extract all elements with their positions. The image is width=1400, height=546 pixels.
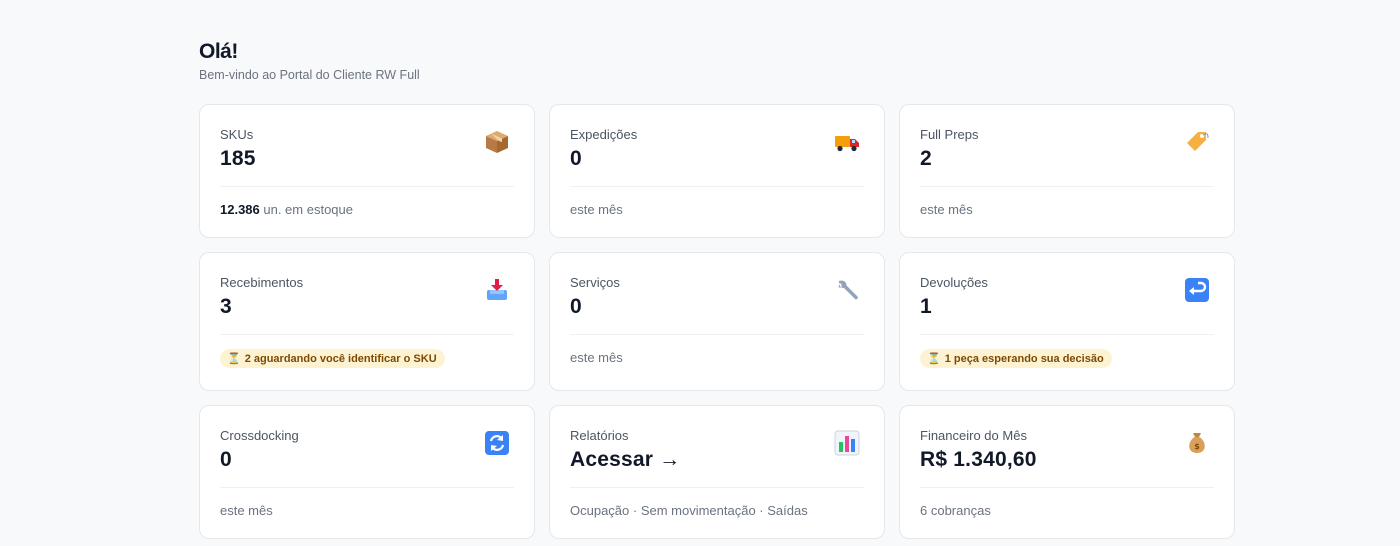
stock-units-text: un. em estoque: [259, 202, 353, 217]
card-label: Expedições: [570, 127, 638, 142]
card-divider: [570, 334, 864, 335]
card-divider: [220, 334, 514, 335]
card-footnote: este mês: [570, 350, 623, 365]
page-subtitle: Bem-vindo ao Portal do Cliente RW Full: [199, 68, 420, 82]
badge-text: 2 aguardando você identificar o SKU: [244, 353, 437, 365]
card-value: 0: [220, 448, 232, 471]
package-icon: [486, 131, 508, 153]
badge-text: 1 peça esperando sua decisão: [944, 353, 1104, 365]
card-financeiro[interactable]: Financeiro do Mês R$ 1.340,60 $ 6 cobran…: [899, 405, 1235, 539]
card-relatorios[interactable]: Relatórios Acessar → Ocupação · Sem movi…: [549, 405, 885, 539]
card-servicos[interactable]: Serviços 0 este mês: [549, 252, 885, 391]
card-value: 2: [920, 147, 932, 170]
bar-chart-icon: [834, 430, 860, 456]
return-arrow-icon: [1185, 278, 1209, 302]
svg-text:$: $: [1194, 442, 1200, 451]
refresh-icon: [485, 431, 509, 455]
card-label: Crossdocking: [220, 428, 299, 443]
card-label: Recebimentos: [220, 275, 304, 290]
hourglass-icon: ⏳: [927, 353, 941, 365]
card-recebimentos[interactable]: Recebimentos 3 ⏳ 2 aguardando você identi…: [199, 252, 535, 391]
card-value: 185: [220, 147, 256, 170]
reports-link[interactable]: Acessar →: [570, 448, 680, 472]
delivery-truck-icon: [835, 136, 859, 152]
card-devolucoes[interactable]: Devoluções 1 ⏳ 1 peça esperando sua decis…: [899, 252, 1235, 391]
card-divider: [920, 186, 1214, 187]
card-crossdocking[interactable]: Crossdocking 0 este mês: [199, 405, 535, 539]
card-label: Full Preps: [920, 127, 979, 142]
card-footnote: 12.386 un. em estoque: [220, 202, 353, 217]
card-value: R$ 1.340,60: [920, 448, 1037, 471]
card-divider: [570, 487, 864, 488]
card-divider: [220, 186, 514, 187]
card-label: Devoluções: [920, 275, 988, 290]
money-bag-icon: $: [1189, 433, 1205, 453]
card-divider: [920, 487, 1214, 488]
card-label: Relatórios: [570, 428, 629, 443]
card-divider: [220, 487, 514, 488]
stats-grid: SKUs 185 12.386 un. em estoque Expediçõe…: [199, 104, 1235, 539]
status-badge: ⏳ 2 aguardando você identificar o SKU: [220, 349, 445, 368]
card-divider: [570, 186, 864, 187]
card-footnote: Ocupação · Sem movimentação · Saídas: [570, 503, 808, 518]
card-value: 3: [220, 295, 232, 318]
card-expedicoes[interactable]: Expedições 0 este mês: [549, 104, 885, 238]
page-title: Olá!: [199, 40, 238, 63]
wrench-icon: [838, 280, 858, 300]
card-footnote: este mês: [920, 202, 973, 217]
card-value: 0: [570, 147, 582, 170]
card-label: SKUs: [220, 127, 254, 142]
inbox-tray-icon: [487, 279, 507, 300]
tag-icon: [1187, 132, 1209, 151]
card-footnote: 6 cobranças: [920, 503, 991, 518]
stock-units: 12.386: [220, 202, 260, 217]
card-value: 0: [570, 295, 582, 318]
card-skus[interactable]: SKUs 185 12.386 un. em estoque: [199, 104, 535, 238]
card-label: Financeiro do Mês: [920, 428, 1027, 443]
card-label: Serviços: [570, 275, 620, 290]
card-divider: [920, 334, 1214, 335]
card-fullpreps[interactable]: Full Preps 2 este mês: [899, 104, 1235, 238]
hourglass-icon: ⏳: [227, 353, 241, 365]
card-footnote: este mês: [570, 202, 623, 217]
card-footnote: este mês: [220, 503, 273, 518]
status-badge: ⏳ 1 peça esperando sua decisão: [920, 349, 1112, 368]
card-value: 1: [920, 295, 932, 318]
